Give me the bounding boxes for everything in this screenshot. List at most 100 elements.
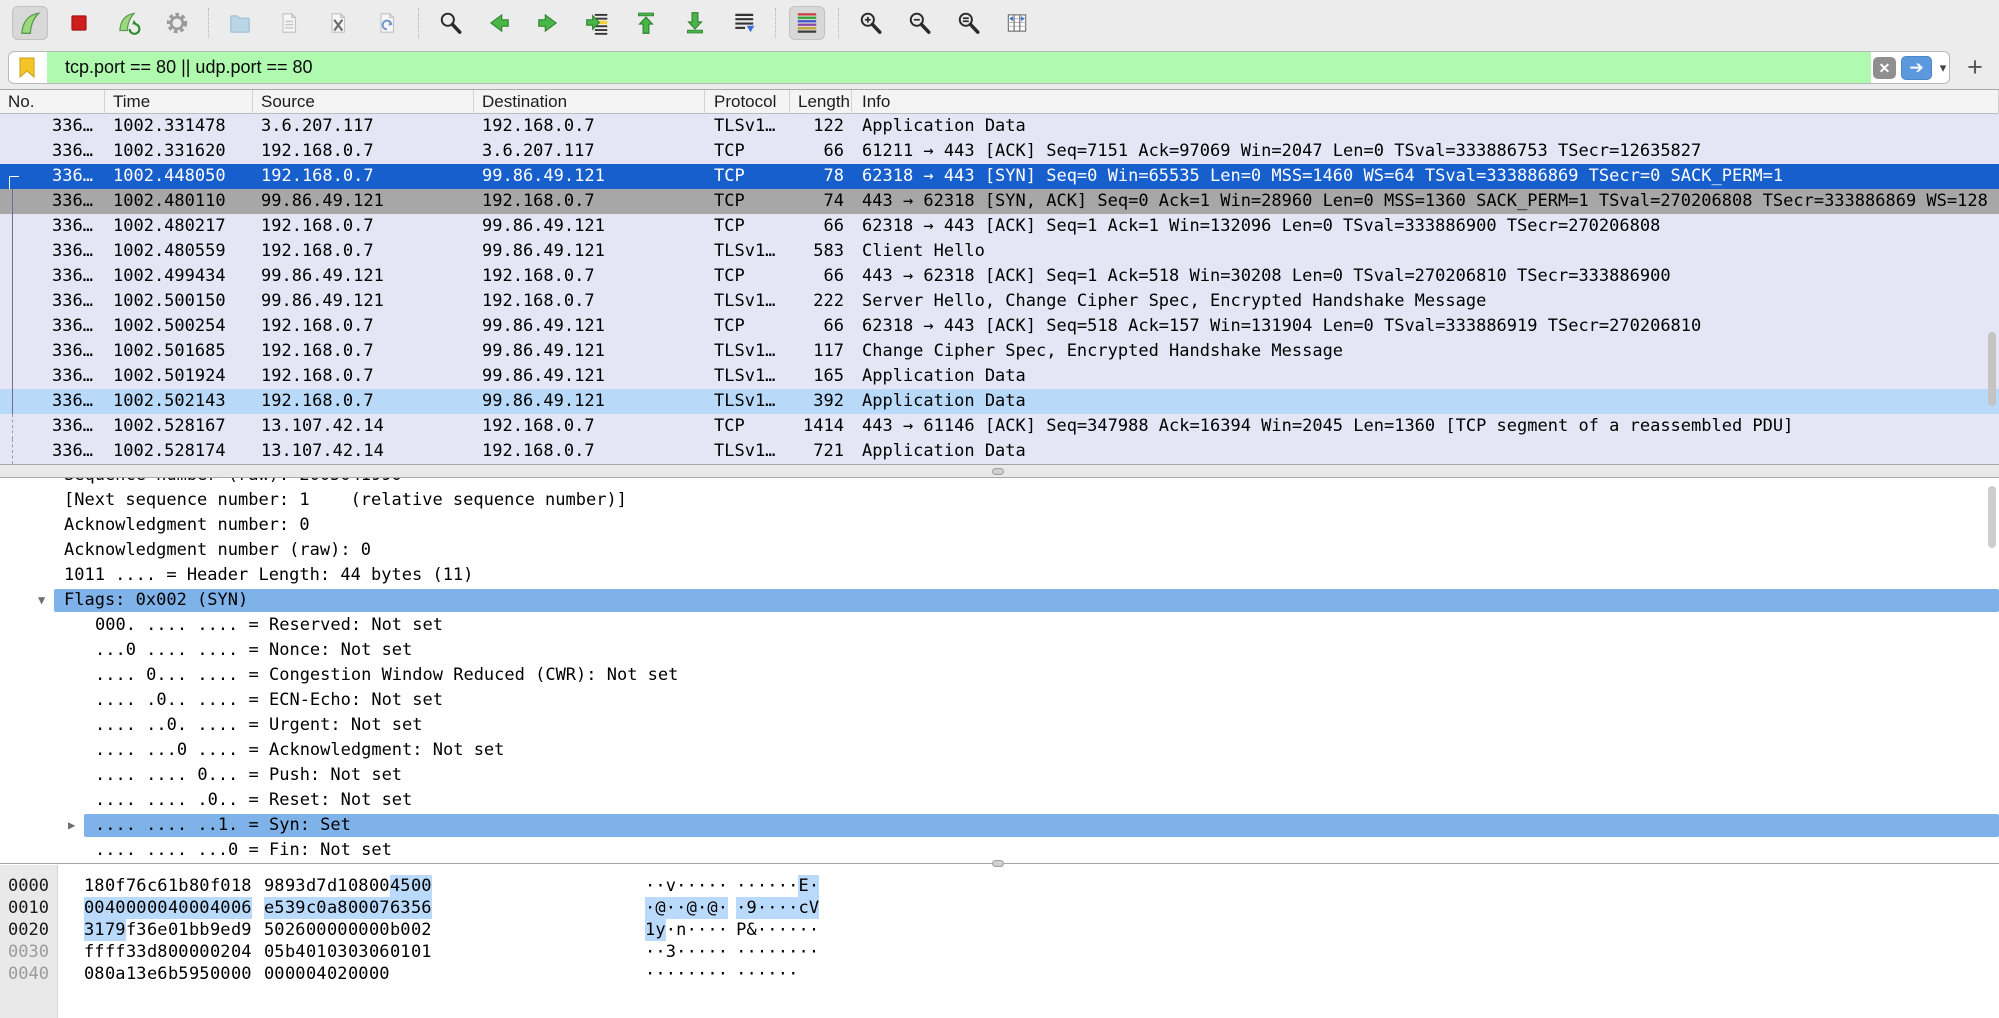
find-packet-button[interactable] xyxy=(432,6,468,40)
column-header-destination[interactable]: Destination xyxy=(474,90,705,114)
resize-columns-icon xyxy=(1004,10,1030,36)
reload-document-icon xyxy=(374,10,400,36)
packet-row[interactable]: 336…1002.501685192.168.0.799.86.49.121TL… xyxy=(0,339,1999,364)
cell-destination: 192.168.0.7 xyxy=(474,189,705,214)
cell-protocol: TLSv1… xyxy=(705,239,790,264)
cell-destination: 99.86.49.121 xyxy=(474,339,705,364)
filter-clear-button[interactable]: ✕ xyxy=(1873,57,1896,79)
go-to-packet-icon xyxy=(584,10,610,36)
packet-row[interactable]: 336…1002.501924192.168.0.799.86.49.121TL… xyxy=(0,364,1999,389)
packet-row[interactable]: 336…1002.500254192.168.0.799.86.49.121TC… xyxy=(0,314,1999,339)
hex-ascii: ·············· xyxy=(645,963,798,985)
go-forward-button[interactable] xyxy=(530,6,566,40)
packet-row[interactable]: 336…1002.52816713.107.42.14192.168.0.7TC… xyxy=(0,414,1999,439)
packet-row[interactable]: 336…1002.448050192.168.0.799.86.49.121TC… xyxy=(0,164,1999,189)
go-to-packet-button[interactable] xyxy=(579,6,615,40)
cell-length: 165 xyxy=(790,364,852,389)
resize-columns-button[interactable] xyxy=(999,6,1035,40)
filter-expression[interactable]: tcp.port == 80 || udp.port == 80 xyxy=(65,52,313,83)
cell-length: 66 xyxy=(790,214,852,239)
cell-no: 336… xyxy=(0,289,105,314)
open-file-button[interactable] xyxy=(222,6,258,40)
detail-line[interactable]: Acknowledgment number: 0 xyxy=(0,513,1999,538)
cell-length: 222 xyxy=(790,289,852,314)
hex-ascii: ··v···········E· xyxy=(645,875,819,897)
column-header-protocol[interactable]: Protocol xyxy=(705,90,790,114)
go-back-button[interactable] xyxy=(481,6,517,40)
auto-scroll-button[interactable] xyxy=(726,6,762,40)
collapsed-triangle-icon[interactable]: ▶ xyxy=(68,813,75,838)
add-filter-button[interactable]: + xyxy=(1958,49,1992,85)
expanded-triangle-icon[interactable]: ▼ xyxy=(38,588,45,613)
zoom-in-button[interactable] xyxy=(852,6,888,40)
detail-line[interactable]: ▼Flags: 0x002 (SYN) xyxy=(0,588,1999,613)
start-capture-button[interactable] xyxy=(12,6,48,40)
packet-list-scrollbar[interactable] xyxy=(1988,332,1996,406)
packet-row[interactable]: 336…1002.3314783.6.207.117192.168.0.7TLS… xyxy=(0,114,1999,139)
go-last-packet-button[interactable] xyxy=(677,6,713,40)
packet-row[interactable]: 336…1002.331620192.168.0.73.6.207.117TCP… xyxy=(0,139,1999,164)
hex-row[interactable]: 00100040000040004006e539c0a800076356·@··… xyxy=(0,897,1999,919)
capture-options-button[interactable] xyxy=(159,6,195,40)
close-file-button[interactable] xyxy=(320,6,356,40)
detail-line[interactable]: .... .... 0... = Push: Not set xyxy=(0,763,1999,788)
cell-time: 1002.480217 xyxy=(105,214,253,239)
packet-row[interactable]: 336…1002.48011099.86.49.121192.168.0.7TC… xyxy=(0,189,1999,214)
zoom-reset-button[interactable] xyxy=(950,6,986,40)
cell-destination: 192.168.0.7 xyxy=(474,414,705,439)
packet-row[interactable]: 336…1002.480559192.168.0.799.86.49.121TL… xyxy=(0,239,1999,264)
filter-dropdown-caret[interactable]: ▾ xyxy=(1936,56,1950,80)
packet-row[interactable]: 336…1002.52817413.107.42.14192.168.0.7TL… xyxy=(0,439,1999,464)
zoom-out-icon xyxy=(906,10,932,36)
restart-capture-button[interactable] xyxy=(110,6,146,40)
hex-row[interactable]: 00203179f36e01bb9ed9502600000000b0021y·n… xyxy=(0,919,1999,941)
packet-row[interactable]: 336…1002.502143192.168.0.799.86.49.121TL… xyxy=(0,389,1999,414)
detail-line[interactable]: ▶.... .... ..1. = Syn: Set xyxy=(0,813,1999,838)
detail-line[interactable]: .... .... .0.. = Reset: Not set xyxy=(0,788,1999,813)
detail-line[interactable]: [Next sequence number: 1 (relative seque… xyxy=(0,488,1999,513)
cell-destination: 99.86.49.121 xyxy=(474,239,705,264)
zoom-out-button[interactable] xyxy=(901,6,937,40)
stop-capture-button[interactable] xyxy=(61,6,97,40)
hex-offset: 0040 xyxy=(8,963,49,985)
detail-text: .... .... .0.. = Reset: Not set xyxy=(95,788,412,813)
arrow-up-bar-icon xyxy=(633,10,659,36)
column-header-no[interactable]: No. xyxy=(0,90,105,114)
detail-line[interactable]: .... ...0 .... = Acknowledgment: Not set xyxy=(0,738,1999,763)
detail-line[interactable]: 000. .... .... = Reserved: Not set xyxy=(0,613,1999,638)
cell-info: Application Data xyxy=(852,114,1999,139)
detail-line[interactable]: Sequence number (raw): 2005041990 xyxy=(0,478,1999,488)
colorize-packets-button[interactable] xyxy=(789,6,825,40)
cell-length: 392 xyxy=(790,389,852,414)
splitter-grip-icon[interactable] xyxy=(992,468,1004,475)
hex-row[interactable]: 0000180f76c61b80f0189893d7d108004500··v·… xyxy=(0,875,1999,897)
reload-file-button[interactable] xyxy=(369,6,405,40)
cell-info: Application Data xyxy=(852,389,1999,414)
detail-line[interactable]: .... ..0. .... = Urgent: Not set xyxy=(0,713,1999,738)
bookmark-icon[interactable] xyxy=(19,57,35,78)
cell-no: 336… xyxy=(0,389,105,414)
packet-row[interactable]: 336…1002.49943499.86.49.121192.168.0.7TC… xyxy=(0,264,1999,289)
go-first-packet-button[interactable] xyxy=(628,6,664,40)
detail-line[interactable]: ...0 .... .... = Nonce: Not set xyxy=(0,638,1999,663)
column-header-length[interactable]: Length xyxy=(790,90,852,114)
splitter-grip-icon[interactable] xyxy=(992,860,1004,867)
cell-time: 1002.501924 xyxy=(105,364,253,389)
display-filter-input[interactable]: tcp.port == 80 || udp.port == 80 ✕ ➔ ▾ xyxy=(8,51,1950,84)
pane-splitter[interactable] xyxy=(0,464,1999,478)
detail-line[interactable]: .... 0... .... = Congestion Window Reduc… xyxy=(0,663,1999,688)
hex-row[interactable]: 0030ffff33d80000020405b4010303060101··3·… xyxy=(0,941,1999,963)
detail-line[interactable]: Acknowledgment number (raw): 0 xyxy=(0,538,1999,563)
detail-line[interactable]: .... .0.. .... = ECN-Echo: Not set xyxy=(0,688,1999,713)
packet-row[interactable]: 336…1002.480217192.168.0.799.86.49.121TC… xyxy=(0,214,1999,239)
filter-apply-button[interactable]: ➔ xyxy=(1901,56,1932,80)
cell-length: 583 xyxy=(790,239,852,264)
column-header-info[interactable]: Info xyxy=(852,90,1999,114)
hex-row[interactable]: 0040080a13e6b5950000000004020000········… xyxy=(0,963,1999,985)
detail-line[interactable]: 1011 .... = Header Length: 44 bytes (11) xyxy=(0,563,1999,588)
packet-row[interactable]: 336…1002.50015099.86.49.121192.168.0.7TL… xyxy=(0,289,1999,314)
column-header-source[interactable]: Source xyxy=(253,90,474,114)
save-file-button[interactable] xyxy=(271,6,307,40)
details-scrollbar[interactable] xyxy=(1988,486,1996,548)
column-header-time[interactable]: Time xyxy=(105,90,253,114)
